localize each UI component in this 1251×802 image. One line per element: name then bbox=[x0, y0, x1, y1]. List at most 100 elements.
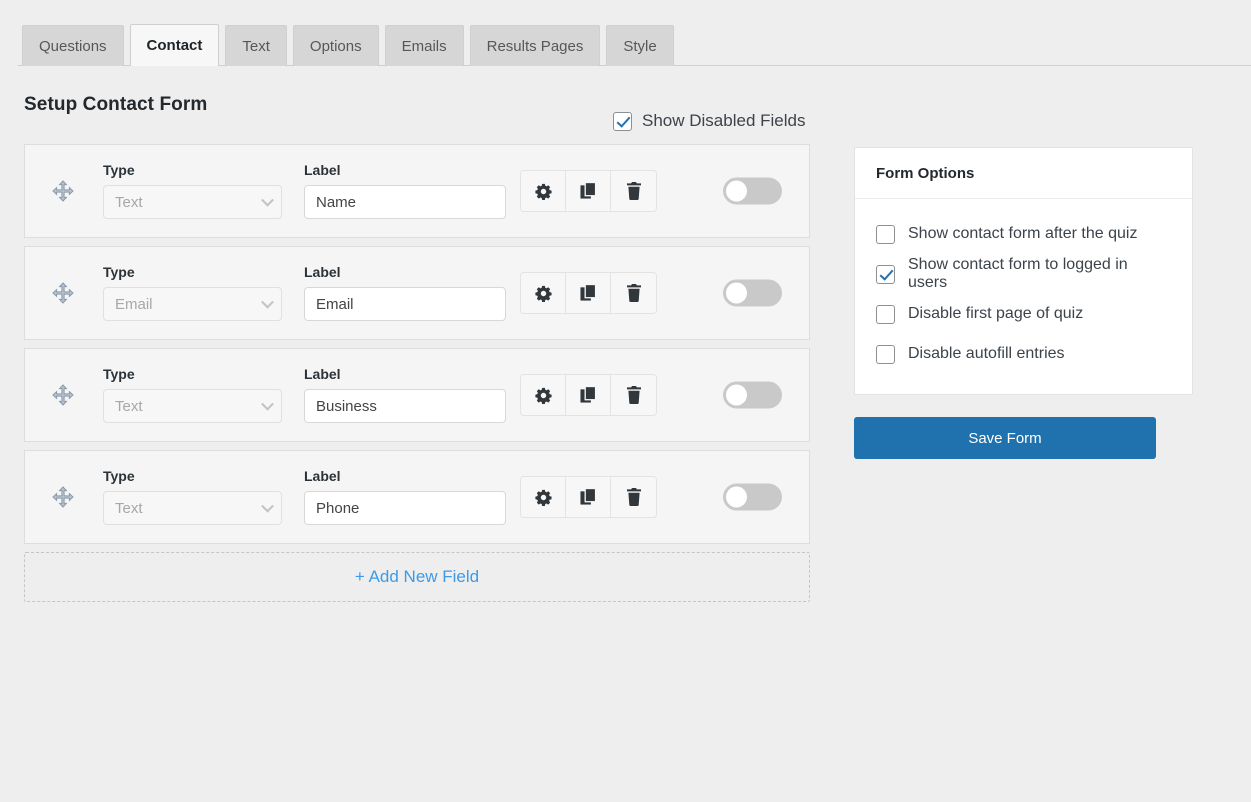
field-label-input[interactable] bbox=[304, 491, 506, 525]
checkbox-icon[interactable] bbox=[876, 304, 895, 324]
field-action-buttons bbox=[520, 374, 657, 416]
form-option-row[interactable]: Show contact form to logged in users bbox=[876, 254, 1171, 294]
contact-field-row: Type Text Label bbox=[24, 144, 810, 238]
show-disabled-fields-label: Show Disabled Fields bbox=[642, 111, 806, 130]
field-type-select[interactable]: Text bbox=[103, 389, 282, 423]
tab-contact[interactable]: Contact bbox=[129, 24, 220, 66]
field-duplicate-button[interactable] bbox=[566, 477, 611, 517]
field-type-heading: Type bbox=[103, 162, 135, 178]
tab-text[interactable]: Text bbox=[225, 25, 287, 66]
contact-field-list: Type Text Label Type Email Label Type Text Label… bbox=[24, 144, 810, 602]
add-new-field-button[interactable]: + Add New Field bbox=[24, 552, 810, 602]
field-settings-button[interactable] bbox=[521, 375, 566, 415]
field-type-value: Text bbox=[115, 499, 143, 517]
tab-bar: Questions Contact Text Options Emails Results… bbox=[0, 24, 1251, 66]
tab-questions[interactable]: Questions bbox=[22, 25, 124, 66]
chevron-down-icon bbox=[261, 295, 274, 309]
form-options-title: Form Options bbox=[855, 148, 1192, 199]
checkbox-icon[interactable] bbox=[876, 224, 895, 244]
drag-handle-icon[interactable] bbox=[52, 180, 74, 202]
field-action-buttons bbox=[520, 476, 657, 518]
sidebar: Form Options Show contact form after the… bbox=[854, 147, 1193, 459]
field-type-select[interactable]: Email bbox=[103, 287, 282, 321]
field-action-buttons bbox=[520, 272, 657, 314]
field-enable-toggle[interactable] bbox=[723, 483, 782, 511]
field-settings-button[interactable] bbox=[521, 171, 566, 211]
field-enable-toggle[interactable] bbox=[723, 279, 782, 307]
contact-field-row: Type Email Label bbox=[24, 246, 810, 340]
save-form-button[interactable]: Save Form bbox=[854, 417, 1156, 459]
page-title: Setup Contact Form bbox=[24, 94, 208, 115]
contact-field-row: Type Text Label bbox=[24, 450, 810, 544]
field-type-group: Type Text bbox=[103, 367, 305, 423]
field-label-heading: Label bbox=[304, 264, 341, 280]
form-option-label: Disable autofill entries bbox=[908, 345, 1065, 362]
field-label-input[interactable] bbox=[304, 389, 506, 423]
form-options-list: Show contact form after the quiz Show con… bbox=[855, 199, 1192, 394]
chevron-down-icon bbox=[261, 499, 274, 513]
checkbox-icon[interactable] bbox=[876, 264, 895, 284]
checkbox-icon[interactable] bbox=[876, 344, 895, 364]
tab-label: Text bbox=[242, 37, 270, 55]
field-action-buttons bbox=[520, 170, 657, 212]
toggle-knob bbox=[726, 384, 747, 406]
chevron-down-icon bbox=[261, 397, 274, 411]
tab-style[interactable]: Style bbox=[606, 25, 674, 66]
field-type-group: Type Email bbox=[103, 265, 305, 321]
field-delete-button[interactable] bbox=[611, 273, 656, 313]
field-delete-button[interactable] bbox=[611, 375, 656, 415]
field-settings-button[interactable] bbox=[521, 273, 566, 313]
toggle-knob bbox=[726, 282, 747, 304]
field-duplicate-button[interactable] bbox=[566, 171, 611, 211]
form-option-label: Disable first page of quiz bbox=[908, 305, 1084, 322]
field-delete-button[interactable] bbox=[611, 477, 656, 517]
field-type-select[interactable]: Text bbox=[103, 491, 282, 525]
field-type-group: Type Text bbox=[103, 469, 305, 525]
field-label-input[interactable] bbox=[304, 185, 506, 219]
form-option-row[interactable]: Disable autofill entries bbox=[876, 334, 1171, 374]
field-enable-toggle[interactable] bbox=[723, 381, 782, 409]
field-type-heading: Type bbox=[103, 468, 135, 484]
chevron-down-icon bbox=[261, 193, 274, 207]
field-type-value: Text bbox=[115, 193, 143, 211]
tab-options[interactable]: Options bbox=[292, 25, 379, 66]
field-label-group: Label bbox=[304, 265, 506, 321]
form-options-panel: Form Options Show contact form after the… bbox=[854, 147, 1193, 395]
field-delete-button[interactable] bbox=[611, 171, 656, 211]
tab-label: Emails bbox=[401, 37, 447, 55]
field-type-group: Type Text bbox=[103, 163, 305, 219]
contact-field-row: Type Text Label bbox=[24, 348, 810, 442]
field-label-group: Label bbox=[304, 163, 506, 219]
tab-results-pages[interactable]: Results Pages bbox=[469, 25, 601, 66]
tab-label: Contact bbox=[146, 37, 203, 54]
field-type-value: Text bbox=[115, 397, 143, 415]
field-enable-toggle[interactable] bbox=[723, 177, 782, 205]
form-option-label: Show contact form to logged in users bbox=[908, 256, 1128, 291]
field-label-group: Label bbox=[304, 469, 506, 525]
field-label-group: Label bbox=[304, 367, 506, 423]
form-option-row[interactable]: Disable first page of quiz bbox=[876, 294, 1171, 334]
field-label-heading: Label bbox=[304, 162, 341, 178]
drag-handle-icon[interactable] bbox=[52, 282, 74, 304]
field-settings-button[interactable] bbox=[521, 477, 566, 517]
checkbox-icon[interactable] bbox=[613, 111, 632, 131]
tab-emails[interactable]: Emails bbox=[384, 25, 464, 66]
drag-handle-icon[interactable] bbox=[52, 486, 74, 508]
toggle-knob bbox=[726, 180, 747, 202]
field-label-heading: Label bbox=[304, 468, 341, 484]
tab-label: Questions bbox=[39, 37, 107, 55]
field-type-heading: Type bbox=[103, 366, 135, 382]
show-disabled-fields-checkbox[interactable]: Show Disabled Fields bbox=[613, 111, 805, 131]
field-duplicate-button[interactable] bbox=[566, 273, 611, 313]
field-label-heading: Label bbox=[304, 366, 341, 382]
field-duplicate-button[interactable] bbox=[566, 375, 611, 415]
tab-label: Options bbox=[309, 37, 362, 55]
field-type-value: Email bbox=[115, 295, 153, 313]
form-option-label: Show contact form after the quiz bbox=[908, 225, 1138, 242]
tab-list: Questions Contact Text Options Emails Results… bbox=[22, 24, 674, 66]
drag-handle-icon[interactable] bbox=[52, 384, 74, 406]
field-label-input[interactable] bbox=[304, 287, 506, 321]
field-type-select[interactable]: Text bbox=[103, 185, 282, 219]
form-option-row[interactable]: Show contact form after the quiz bbox=[876, 214, 1171, 254]
contact-form-builder-page: Questions Contact Text Options Emails Results… bbox=[0, 0, 1251, 802]
